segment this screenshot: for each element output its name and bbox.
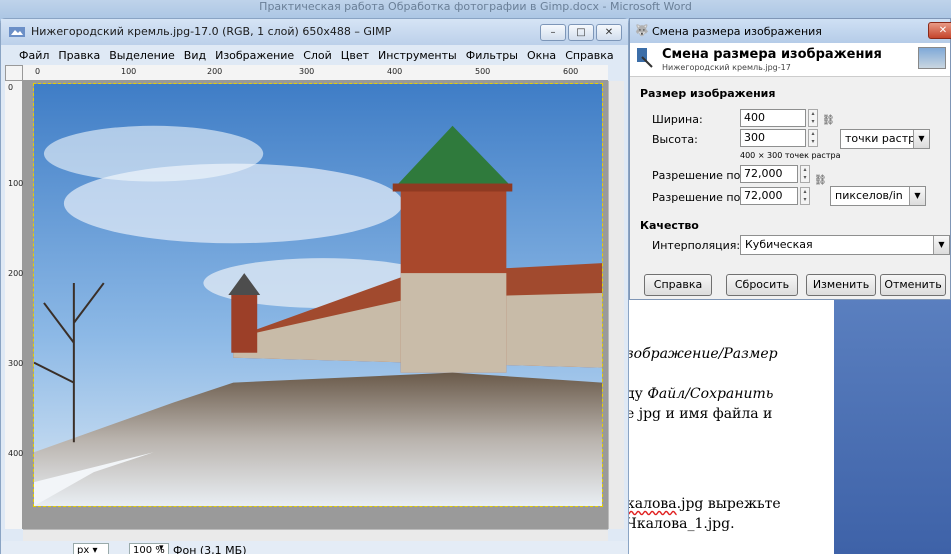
layer-info: Фон (3,1 МБ) <box>173 544 247 554</box>
gimp-image-window: Нижегородский кремль.jpg-17.0 (RGB, 1 сл… <box>0 18 629 554</box>
doc-text: .jpg вырежьте <box>676 496 781 512</box>
doc-line-2: ду Файл/Сохранить <box>626 386 773 402</box>
doc-text: зображение/Размер <box>626 346 778 362</box>
section-quality: Качество <box>640 219 699 232</box>
desktop: Практическая работа Обработка фотографии… <box>0 0 951 554</box>
ruler-tick-label: 400 <box>8 449 24 458</box>
height-label: Высота: <box>652 133 698 146</box>
doc-line-3: е jpg и имя файла и <box>626 406 772 422</box>
xres-input[interactable]: 72,000 <box>740 165 798 183</box>
reset-button[interactable]: Сбросить <box>726 274 798 296</box>
image-thumbnail <box>918 47 946 69</box>
unit-select[interactable]: px ▾ <box>73 543 109 554</box>
ruler-tick-label: 100 <box>8 179 24 188</box>
kremlin-photo[interactable] <box>33 83 603 507</box>
help-button[interactable]: Справка <box>644 274 712 296</box>
xres-spinner[interactable]: ▴ ▾ <box>800 165 810 183</box>
vertical-scrollbar[interactable] <box>608 81 624 529</box>
menu-help[interactable]: Справка <box>565 49 613 62</box>
dialog-header-subtitle: Нижегородский кремль.jpg-17 <box>662 63 791 72</box>
menu-file[interactable]: Файл <box>19 49 49 62</box>
horizontal-ruler[interactable]: 0 100 200 300 400 500 600 <box>23 65 608 81</box>
doc-line-4: калова.jpg вырежьте <box>626 496 781 512</box>
gimp-icon <box>9 27 25 37</box>
section-image-size: Размер изображения <box>640 87 776 100</box>
ruler-tick-label: 300 <box>8 359 24 368</box>
ruler-tick-label: 0 <box>35 67 41 76</box>
cancel-button[interactable]: Отменить <box>880 274 946 296</box>
interpolation-label: Интерполяция: <box>652 239 741 252</box>
chevron-down-icon: ▼ <box>909 187 925 205</box>
menu-tools[interactable]: Инструменты <box>378 49 457 62</box>
size-unit-value: точки растра <box>845 132 922 145</box>
doc-line-5: Чкалова_1.jpg. <box>626 516 735 532</box>
zoom-dropdown-icon[interactable]: ▾ <box>159 543 164 553</box>
size-note: 400 × 300 точек растра <box>740 151 841 160</box>
ruler-tick-label: 100 <box>121 67 137 76</box>
quick-mask-toggle[interactable] <box>5 65 23 81</box>
unit-value: px <box>77 545 90 554</box>
gimp-menubar: Файл Правка Выделение Вид Изображение Сл… <box>1 45 628 65</box>
res-unit-select[interactable]: пикселов/in ▼ <box>830 186 926 206</box>
dialog-header: Смена размера изображения Нижегородский … <box>630 43 950 77</box>
ruler-tick-label: 200 <box>207 67 223 76</box>
width-label: Ширина: <box>652 113 703 126</box>
ruler-tick-label: 300 <box>299 67 315 76</box>
menu-view[interactable]: Вид <box>184 49 206 62</box>
interpolation-select[interactable]: Кубическая ▼ <box>740 235 950 255</box>
width-input[interactable]: 400 <box>740 109 806 127</box>
scale-icon <box>637 48 653 68</box>
ruler-tick-label: 200 <box>8 269 24 278</box>
menu-colors[interactable]: Цвет <box>341 49 369 62</box>
word-side-panel <box>834 300 951 554</box>
width-spinner[interactable]: ▴ ▾ <box>808 109 818 127</box>
vertical-ruler[interactable]: 0 100 200 300 400 <box>5 81 23 529</box>
menu-edit[interactable]: Правка <box>58 49 100 62</box>
close-button[interactable]: ✕ <box>596 24 622 41</box>
menu-image[interactable]: Изображение <box>215 49 294 62</box>
word-title: Практическая работа Обработка фотографии… <box>259 0 692 13</box>
chain-link-icon[interactable]: ⛓ <box>822 115 835 126</box>
menu-windows[interactable]: Окна <box>527 49 556 62</box>
image-canvas[interactable] <box>23 81 608 529</box>
doc-line-1: зображение/Размер <box>626 346 778 362</box>
menu-layer[interactable]: Слой <box>303 49 332 62</box>
menu-select[interactable]: Выделение <box>109 49 175 62</box>
minimize-button[interactable]: – <box>540 24 566 41</box>
resize-button[interactable]: Изменить <box>806 274 876 296</box>
yres-spinner[interactable]: ▴ ▾ <box>800 187 810 205</box>
dialog-window-title: Смена размера изображения <box>652 25 822 38</box>
doc-text: Чкалова_1.jpg. <box>626 516 735 532</box>
maximize-button[interactable]: □ <box>568 24 594 41</box>
yres-label: Разрешение по Y: <box>652 191 753 204</box>
dialog-header-title: Смена размера изображения <box>662 47 882 62</box>
gimp-titlebar[interactable]: Нижегородский кремль.jpg-17.0 (RGB, 1 сл… <box>1 19 628 45</box>
ruler-tick-label: 500 <box>475 67 491 76</box>
doc-text-misspelled: калова <box>626 496 677 512</box>
gimp-statusbar: px ▾ 100 % ▾ Фон (3,1 МБ) <box>1 541 628 554</box>
ruler-tick-label: 600 <box>563 67 579 76</box>
height-spinner[interactable]: ▴ ▾ <box>808 129 818 147</box>
menu-filters[interactable]: Фильтры <box>466 49 518 62</box>
doc-text: Файл/Сохранить <box>647 386 774 402</box>
ruler-tick-label: 400 <box>387 67 403 76</box>
dialog-close-button[interactable]: ✕ <box>928 22 951 39</box>
chevron-down-icon: ▼ <box>913 130 929 148</box>
gimp-wilber-icon: 🐺 <box>635 24 649 37</box>
yres-input[interactable]: 72,000 <box>740 187 798 205</box>
interpolation-value: Кубическая <box>745 238 813 251</box>
dialog-titlebar[interactable]: 🐺 Смена размера изображения ✕ <box>630 19 951 43</box>
res-chain-link-icon[interactable]: ⛓ <box>814 175 827 186</box>
ruler-tick-label: 0 <box>8 83 14 92</box>
doc-text: ду <box>626 386 648 402</box>
gimp-window-title: Нижегородский кремль.jpg-17.0 (RGB, 1 сл… <box>31 25 392 38</box>
res-unit-value: пикселов/in <box>835 189 903 202</box>
chevron-down-icon: ▼ <box>933 236 949 254</box>
doc-text: е jpg и имя файла и <box>626 406 773 422</box>
size-unit-select[interactable]: точки растра ▼ <box>840 129 930 149</box>
height-input[interactable]: 300 <box>740 129 806 147</box>
scale-image-dialog: 🐺 Смена размера изображения ✕ Смена разм… <box>629 18 951 300</box>
